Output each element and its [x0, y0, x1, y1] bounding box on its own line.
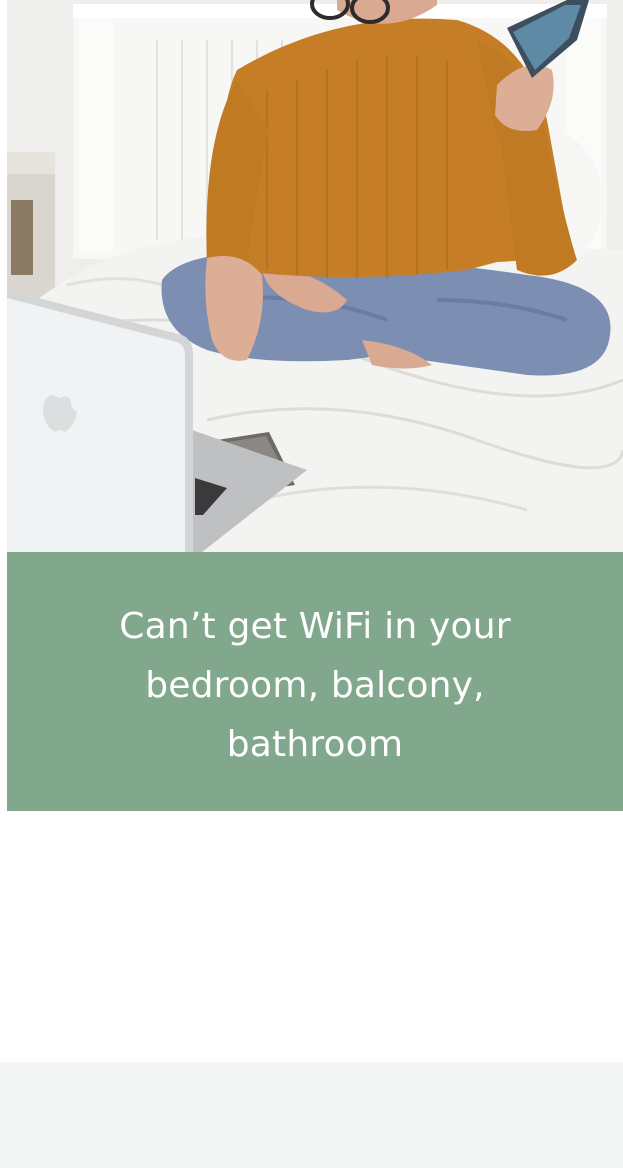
- hero-photo: [7, 0, 623, 552]
- footer-strip: [0, 1062, 623, 1168]
- content-spacer: [0, 811, 623, 1062]
- promo-page: Can’t get WiFi in your bedroom, balcony,…: [0, 0, 623, 1168]
- caption-band: Can’t get WiFi in your bedroom, balcony,…: [7, 552, 623, 811]
- nightstand: [7, 152, 55, 302]
- hero-caption: Can’t get WiFi in your bedroom, balcony,…: [119, 606, 511, 765]
